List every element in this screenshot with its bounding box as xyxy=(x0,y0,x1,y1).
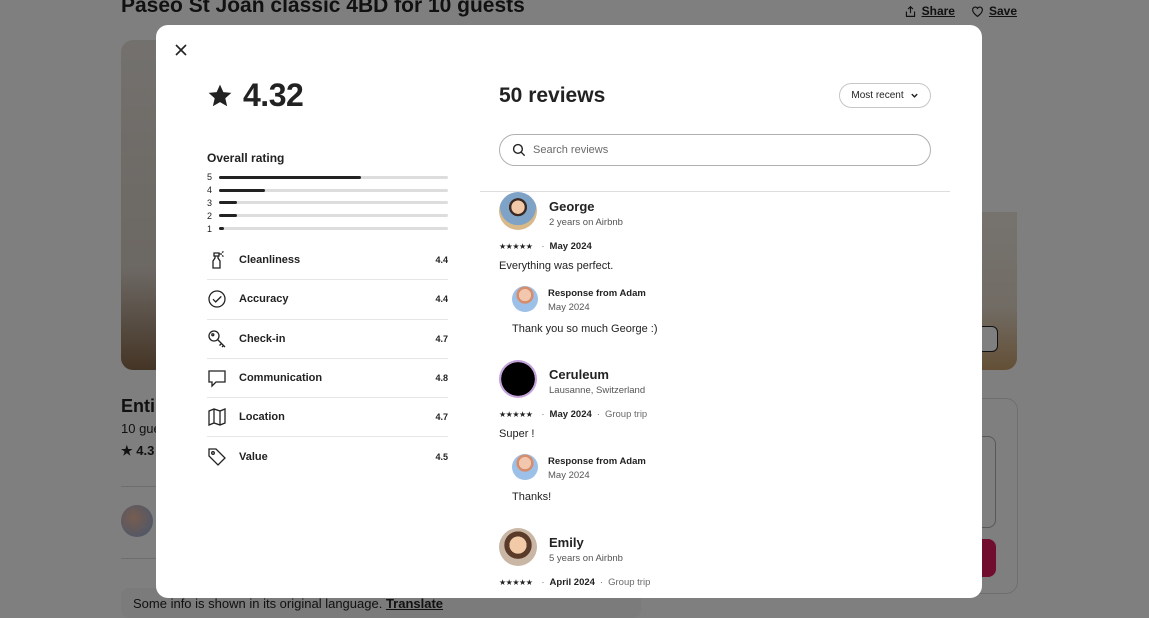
review-date: May 2024 xyxy=(549,241,592,252)
rating-bar-fill xyxy=(219,214,238,218)
rating-value: 4.32 xyxy=(243,77,304,113)
rating-bar-track xyxy=(219,175,448,179)
category-name: Cleanliness xyxy=(239,254,301,267)
category-cleanliness: Cleanliness 4.4 xyxy=(207,241,448,281)
rating-bar-track xyxy=(219,188,448,192)
review-meta: ★★★★★ · May 2024 · Group trip xyxy=(499,409,647,420)
spray-bottle-icon xyxy=(207,250,227,270)
review-meta: ★★★★★ · May 2024 xyxy=(499,241,592,252)
rating-bar-3: 3 xyxy=(207,197,448,210)
rating-bar-label: 2 xyxy=(207,210,213,221)
separator-dot: · xyxy=(541,241,545,252)
rating-bar-track xyxy=(219,227,448,231)
reviewer-name[interactable]: George xyxy=(549,199,595,214)
response-text: Thanks! xyxy=(512,491,552,503)
separator-dot: · xyxy=(599,577,604,588)
star-icon xyxy=(208,84,232,106)
category-name: Accuracy xyxy=(239,293,289,306)
close-button[interactable] xyxy=(172,41,190,59)
response-date: May 2024 xyxy=(548,470,590,481)
search-reviews[interactable] xyxy=(499,134,931,166)
separator-dot: · xyxy=(541,577,545,588)
category-location: Location 4.7 xyxy=(207,398,448,438)
close-icon xyxy=(175,44,187,56)
rating-bar-5: 5 xyxy=(207,171,448,184)
category-score: 4.5 xyxy=(435,452,448,463)
tag-icon xyxy=(207,447,227,467)
rating-bar-1: 1 xyxy=(207,222,448,235)
rating-bar-label: 1 xyxy=(207,223,213,234)
category-name: Communication xyxy=(239,372,323,385)
reviewer-subtitle: Lausanne, Switzerland xyxy=(549,385,646,396)
review-stars: ★★★★★ xyxy=(499,578,533,587)
rating-bar-label: 5 xyxy=(207,172,213,183)
review-date: May 2024 xyxy=(549,409,592,420)
review-date: April 2024 xyxy=(549,577,595,588)
overall-rating-title: Overall rating xyxy=(207,151,285,165)
category-score: 4.4 xyxy=(435,294,448,305)
rating-bar-label: 3 xyxy=(207,197,213,208)
search-icon xyxy=(512,143,526,157)
separator-dot: · xyxy=(541,409,545,420)
review-trip-type: Group trip xyxy=(604,409,648,420)
category-score: 4.7 xyxy=(435,412,448,423)
overall-rating: 4.32 xyxy=(207,77,304,114)
chevron-down-icon xyxy=(910,93,918,98)
check-circle-icon xyxy=(207,289,227,309)
reviewer-subtitle: 2 years on Airbnb xyxy=(549,217,623,228)
category-accuracy: Accuracy 4.4 xyxy=(207,280,448,320)
category-name: Location xyxy=(239,411,285,424)
category-name: Check-in xyxy=(239,332,286,345)
reviewer-avatar[interactable] xyxy=(499,192,537,230)
reviews-panel: 50 reviews Most recent George 2 years on … xyxy=(480,25,950,598)
category-name: Value xyxy=(239,451,268,464)
review-stars: ★★★★★ xyxy=(499,410,533,419)
rating-bar-fill xyxy=(219,175,361,179)
key-icon xyxy=(207,329,227,349)
rating-bar-label: 4 xyxy=(207,185,213,196)
response-text: Thank you so much George :) xyxy=(512,323,658,335)
reviewer-avatar[interactable] xyxy=(499,528,537,566)
category-score: 4.7 xyxy=(435,333,448,344)
rating-bar-4: 4 xyxy=(207,184,448,197)
map-icon xyxy=(207,407,227,427)
reviews-modal: 4.32 Overall rating 5 43 2 1 Cleanliness 4.4… xyxy=(156,25,982,598)
category-communication: Communication 4.8 xyxy=(207,359,448,399)
category-value: Value 4.5 xyxy=(207,437,448,476)
review-stars: ★★★★★ xyxy=(499,242,533,251)
reviews-count: 50 reviews xyxy=(499,84,606,107)
separator-dot: · xyxy=(596,409,600,420)
rating-bar-track xyxy=(219,201,448,205)
reviewer-name[interactable]: Emily xyxy=(549,535,584,550)
category-check-in: Check-in 4.7 xyxy=(207,320,448,359)
speech-bubble-icon xyxy=(207,368,227,388)
review-list: George 2 years on Airbnb ★★★★★ · May 2024 Eve… xyxy=(499,192,939,598)
category-score: 4.4 xyxy=(435,255,448,266)
sort-dropdown[interactable]: Most recent xyxy=(839,83,931,108)
response-from: Response from Adam xyxy=(548,456,646,467)
response-from: Response from Adam xyxy=(548,288,646,299)
review-trip-type: Group trip xyxy=(608,577,651,588)
reviewer-subtitle: 5 years on Airbnb xyxy=(549,553,623,564)
rating-bar-2: 2 xyxy=(207,209,448,222)
rating-bar-fill xyxy=(219,227,224,231)
rating-distribution: 5 43 2 1 xyxy=(207,171,448,235)
category-score: 4.8 xyxy=(435,373,448,384)
host-avatar[interactable] xyxy=(512,454,538,480)
reviewer-name[interactable]: Ceruleum xyxy=(549,367,609,382)
review-text: Super ! xyxy=(499,428,535,440)
category-ratings: Cleanliness 4.4 Accuracy 4.4 Check-in 4.7 Comm… xyxy=(207,241,448,477)
review-meta: ★★★★★ · April 2024 · Group trip xyxy=(499,577,650,588)
search-input[interactable] xyxy=(533,144,913,156)
rating-bar-fill xyxy=(219,188,265,192)
rating-bar-fill xyxy=(219,201,238,205)
rating-bar-track xyxy=(219,214,448,218)
response-date: May 2024 xyxy=(548,302,590,313)
reviewer-avatar[interactable] xyxy=(499,360,537,398)
host-avatar[interactable] xyxy=(512,286,538,312)
review-text: Everything was perfect. xyxy=(499,260,614,272)
